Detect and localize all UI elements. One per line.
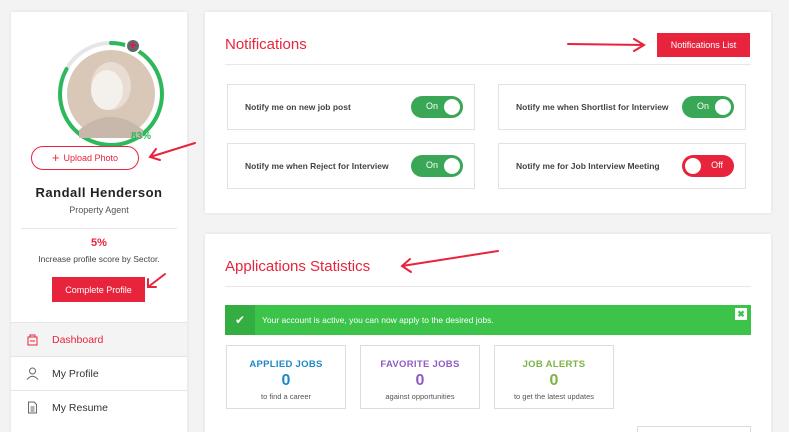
toggle-knob [444, 99, 460, 115]
sidebar-item-my-profile[interactable]: My Profile [11, 356, 187, 390]
notifications-card: Notifications Notifications List Notify … [205, 12, 771, 213]
profile-completion-percent: 83% [131, 131, 152, 142]
account-active-alert: ✔ Your account is active, you can now ap… [225, 305, 751, 335]
user-role: Property Agent [69, 205, 129, 215]
user-icon [25, 367, 39, 381]
alert-message: Your account is active, you can now appl… [262, 315, 494, 325]
plus-icon: + [51, 150, 60, 165]
notification-setting: Notify me for Job Interview Meeting Off [498, 143, 746, 189]
divider [225, 64, 751, 65]
toggle-knob [715, 99, 731, 115]
stat-subtitle: to find a career [260, 392, 312, 401]
toggle-state: On [697, 101, 710, 111]
stat-value: 0 [281, 372, 291, 389]
check-icon: ✔ [225, 305, 255, 335]
divider [225, 286, 751, 287]
dashboard-icon [25, 333, 39, 347]
profile-sidebar: + 83% + Upload Photo Randall Henderson P… [11, 12, 187, 432]
notification-setting: Notify me when Shortlist for Interview O… [498, 84, 746, 130]
toggle-state: On [426, 101, 439, 111]
partial-box [637, 426, 751, 432]
toggle-knob [685, 158, 701, 174]
complete-profile-button[interactable]: Complete Profile [52, 277, 145, 302]
sidebar-item-dashboard[interactable]: Dashboard [11, 322, 187, 356]
applications-statistics-card: Applications Statistics ✔ Your account i… [205, 234, 771, 432]
toggle-state: Off [711, 160, 723, 170]
notification-toggle[interactable]: On [411, 155, 463, 177]
document-icon [25, 401, 39, 415]
sidebar-item-label: My Resume [52, 401, 109, 414]
notifications-list-button[interactable]: Notifications List [657, 33, 750, 57]
notification-setting: Notify me on new job post On [227, 84, 475, 130]
stat-favorite-jobs[interactable]: FAVORITE JOBS 0 against opportunities [360, 345, 480, 409]
stat-title: APPLIED JOBS [249, 359, 323, 370]
notifications-title: Notifications [225, 36, 307, 53]
sidebar-item-my-resume[interactable]: My Resume [11, 390, 187, 424]
notification-toggle[interactable]: On [411, 96, 463, 118]
sidebar-item-label: My Profile [52, 367, 99, 380]
notification-label: Notify me when Reject for Interview [245, 161, 389, 171]
profile-score-text: Increase profile score by Sector. [38, 254, 160, 264]
stat-value: 0 [415, 372, 425, 389]
notification-label: Notify me on new job post [245, 102, 351, 112]
remove-photo-icon[interactable]: + [125, 38, 141, 54]
stat-applied-jobs[interactable]: APPLIED JOBS 0 to find a career [226, 345, 346, 409]
user-name: Randall Henderson [35, 185, 163, 200]
stat-job-alerts[interactable]: JOB ALERTS 0 to get the latest updates [494, 345, 614, 409]
notification-label: Notify me when Shortlist for Interview [516, 102, 669, 112]
stat-subtitle: against opportunities [385, 392, 455, 401]
divider [21, 228, 177, 229]
stat-value: 0 [549, 372, 559, 389]
stat-title: JOB ALERTS [522, 359, 586, 370]
notification-setting: Notify me when Reject for Interview On [227, 143, 475, 189]
upload-photo-button[interactable]: + Upload Photo [31, 146, 139, 170]
notification-toggle[interactable]: Off [682, 155, 734, 177]
sidebar-item-label: Dashboard [52, 333, 104, 346]
close-icon[interactable]: ✖ [735, 308, 747, 320]
notification-label: Notify me for Job Interview Meeting [516, 161, 660, 171]
stat-title: FAVORITE JOBS [380, 359, 460, 370]
toggle-knob [444, 158, 460, 174]
notification-toggle[interactable]: On [682, 96, 734, 118]
upload-photo-label: Upload Photo [63, 153, 119, 163]
stat-subtitle: to get the latest updates [513, 392, 595, 401]
statistics-title: Applications Statistics [225, 258, 371, 275]
toggle-state: On [426, 160, 439, 170]
profile-score-value: 5% [91, 237, 107, 249]
